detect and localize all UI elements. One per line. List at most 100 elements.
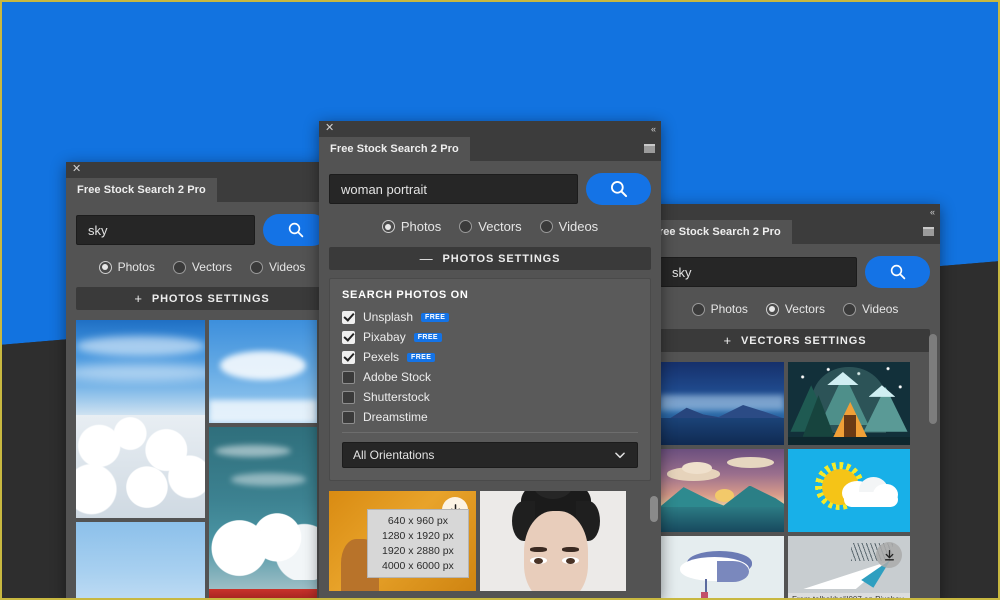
- left-titlebar: ✕: [66, 162, 338, 178]
- thumbnail-item[interactable]: [660, 362, 784, 445]
- close-icon[interactable]: ✕: [72, 163, 81, 176]
- panel-left[interactable]: ✕ Free Stock Search 2 Pro sky Photos: [66, 162, 338, 600]
- thumbnail-item[interactable]: From talhakhalil007 on Pixabay: [788, 536, 910, 600]
- source-label: Pixabay: [363, 330, 406, 344]
- source-row-shutterstock[interactable]: Shutterstock: [342, 390, 638, 404]
- source-label: Unsplash: [363, 310, 413, 324]
- search-input-left[interactable]: sky: [76, 215, 255, 245]
- radio-dot-icon: [692, 303, 705, 316]
- checkbox-icon[interactable]: [342, 331, 355, 344]
- checkbox-icon[interactable]: [342, 411, 355, 424]
- tab-free-stock-search-center[interactable]: Free Stock Search 2 Pro: [319, 137, 470, 161]
- radio-videos-center[interactable]: Videos: [540, 219, 599, 234]
- download-size-option[interactable]: 1920 x 2880 px: [382, 545, 454, 557]
- search-icon: [287, 221, 305, 239]
- download-button[interactable]: [876, 542, 902, 568]
- radio-photos-left[interactable]: Photos: [99, 260, 155, 274]
- radio-vectors-left[interactable]: Vectors: [173, 260, 232, 274]
- results-grid-right: From talhakhalil007 on Pixabay: [660, 362, 930, 600]
- radio-dot-icon: [99, 261, 112, 274]
- thumbnail-item[interactable]: [660, 449, 784, 532]
- center-scrollbar-thumb[interactable]: [650, 496, 658, 522]
- thumbnail-item[interactable]: [788, 362, 910, 445]
- radio-photos-center[interactable]: Photos: [382, 219, 441, 234]
- checkbox-icon[interactable]: [342, 391, 355, 404]
- right-tabbar: Free Stock Search 2 Pro: [650, 220, 940, 244]
- tab-free-stock-search-left[interactable]: Free Stock Search 2 Pro: [66, 178, 217, 202]
- orientation-select[interactable]: All Orientations: [342, 442, 638, 468]
- center-scrollbar[interactable]: [650, 496, 658, 596]
- radio-photos-right[interactable]: Photos: [692, 302, 748, 316]
- thumbnail-item-woman-portrait[interactable]: [480, 491, 626, 591]
- search-input-right[interactable]: sky: [660, 257, 857, 287]
- radio-dot-icon: [250, 261, 263, 274]
- right-scrollbar[interactable]: [929, 334, 937, 594]
- results-column: From talhakhalil007 on Pixabay: [788, 362, 910, 600]
- radio-videos-right[interactable]: Videos: [843, 302, 898, 316]
- results-column: [76, 320, 205, 600]
- attribution-author-link[interactable]: talhakhalil007: [813, 595, 862, 600]
- download-icon: [883, 549, 896, 562]
- center-search-row: woman portrait: [329, 173, 651, 205]
- radio-dot-icon: [382, 220, 395, 233]
- radio-dot-icon: [173, 261, 186, 274]
- search-icon: [889, 263, 907, 281]
- panel-center[interactable]: ✕ « Free Stock Search 2 Pro woman portra…: [319, 121, 661, 600]
- tab-free-stock-search-right[interactable]: Free Stock Search 2 Pro: [650, 220, 792, 244]
- expand-plus-icon: +: [134, 291, 143, 306]
- left-search-row: sky: [76, 214, 328, 246]
- search-button-center[interactable]: [586, 173, 651, 205]
- panel-menu-icon[interactable]: [644, 144, 655, 153]
- source-row-dreamstime[interactable]: Dreamstime: [342, 410, 638, 424]
- radio-vectors-center[interactable]: Vectors: [459, 219, 521, 234]
- thumbnail-item[interactable]: [660, 536, 784, 600]
- checkbox-icon[interactable]: [342, 351, 355, 364]
- collapse-left-icon[interactable]: «: [930, 205, 934, 219]
- results-column: [480, 491, 626, 591]
- radio-dot-icon: [766, 303, 779, 316]
- download-size-option[interactable]: 4000 x 6000 px: [382, 560, 454, 572]
- download-size-option[interactable]: 640 x 960 px: [382, 515, 454, 527]
- radio-vectors-right[interactable]: Vectors: [766, 302, 825, 316]
- settings-divider: [342, 432, 638, 433]
- search-button-right[interactable]: [865, 256, 930, 288]
- attribution-source-link[interactable]: Pixabay: [875, 595, 903, 600]
- photos-settings-toggle-center[interactable]: — PHOTOS SETTINGS: [329, 247, 651, 270]
- download-size-option[interactable]: 1280 x 1920 px: [382, 530, 454, 542]
- thumbnail-item[interactable]: [76, 522, 205, 600]
- panel-menu-icon[interactable]: [923, 227, 934, 236]
- radio-label: Videos: [269, 260, 305, 274]
- expand-plus-icon: +: [724, 333, 733, 348]
- vectors-settings-toggle-right[interactable]: + VECTORS SETTINGS: [660, 329, 930, 352]
- radio-label: Videos: [559, 219, 599, 234]
- chevron-down-icon: [613, 448, 627, 462]
- search-icon: [609, 179, 629, 199]
- checkbox-icon[interactable]: [342, 371, 355, 384]
- close-icon[interactable]: ✕: [325, 122, 334, 135]
- right-scrollbar-thumb[interactable]: [929, 334, 937, 424]
- radio-label: Videos: [862, 302, 898, 316]
- source-row-unsplash[interactable]: Unsplash FREE: [342, 310, 638, 324]
- source-label: Adobe Stock: [363, 370, 431, 384]
- download-size-menu[interactable]: 640 x 960 px 1280 x 1920 px 1920 x 2880 …: [367, 509, 469, 578]
- source-row-pixabay[interactable]: Pixabay FREE: [342, 330, 638, 344]
- thumbnail-item[interactable]: [76, 320, 205, 518]
- radio-dot-icon: [540, 220, 553, 233]
- search-input-center[interactable]: woman portrait: [329, 174, 578, 204]
- panel-right[interactable]: « Free Stock Search 2 Pro sky Photos: [650, 204, 940, 600]
- source-row-adobe-stock[interactable]: Adobe Stock: [342, 370, 638, 384]
- source-label: Dreamstime: [363, 410, 428, 424]
- thumbnail-item-woman-orange[interactable]: 640 x 960 px 1280 x 1920 px 1920 x 2880 …: [329, 491, 476, 591]
- radio-label: Vectors: [785, 302, 825, 316]
- thumbnail-item[interactable]: [788, 449, 910, 532]
- center-titlebar: ✕ «: [319, 121, 661, 137]
- left-tabbar: Free Stock Search 2 Pro: [66, 178, 338, 202]
- photos-settings-toggle-left[interactable]: + PHOTOS SETTINGS: [76, 287, 328, 310]
- settings-bar-label: PHOTOS SETTINGS: [152, 293, 270, 305]
- checkbox-icon[interactable]: [342, 311, 355, 324]
- thumbnail-item[interactable]: [209, 320, 317, 423]
- thumbnail-item[interactable]: [209, 427, 317, 600]
- radio-videos-left[interactable]: Videos: [250, 260, 305, 274]
- collapse-left-icon[interactable]: «: [651, 122, 655, 136]
- source-row-pexels[interactable]: Pexels FREE: [342, 350, 638, 364]
